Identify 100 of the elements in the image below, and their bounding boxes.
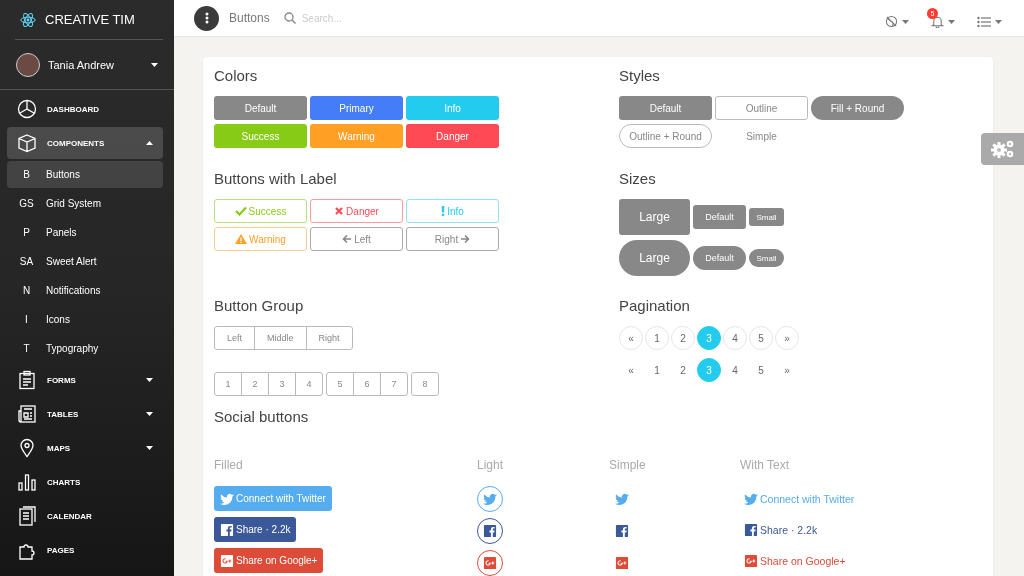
size-button[interactable]: Default <box>693 205 746 229</box>
brand-name[interactable]: CREATIVE TIM <box>45 12 135 27</box>
page-button[interactable]: » <box>775 326 799 350</box>
column-heading: Simple <box>609 458 646 472</box>
section-title: Buttons with Label <box>214 169 338 189</box>
style-button[interactable]: Default <box>619 96 712 120</box>
nav-subitem[interactable]: I Icons <box>7 306 163 333</box>
nav-subitem[interactable]: T Typography <box>7 335 163 362</box>
nav-label: CALENDAR <box>47 511 93 521</box>
social-button[interactable]: Share · 2.2k <box>214 517 297 542</box>
page-title: Buttons <box>229 11 270 25</box>
style-button[interactable]: Outline <box>715 96 808 120</box>
settings-button[interactable] <box>981 133 1024 165</box>
chart-pie-icon <box>17 99 37 119</box>
twitter-bird-icon <box>220 491 234 506</box>
menu-button[interactable] <box>194 5 219 31</box>
nav-abbr: GS <box>18 198 35 209</box>
number-button[interactable]: 5 <box>326 372 354 396</box>
social-button[interactable] <box>477 550 503 576</box>
social-button[interactable] <box>477 518 503 544</box>
settings-icon <box>990 139 1015 159</box>
section-title: Sizes <box>619 169 657 189</box>
social-button[interactable]: Share on Google+ <box>214 548 324 573</box>
number-button[interactable]: 4 <box>295 372 323 396</box>
size-button[interactable]: Small <box>749 208 784 226</box>
group-button[interactable]: Left <box>214 326 255 350</box>
section-title: Styles <box>619 66 661 86</box>
nav-subitem[interactable]: P Panels <box>7 219 163 246</box>
labeled-button[interactable]: Right <box>406 227 499 251</box>
nav-subitem[interactable]: SA Sweet Alert <box>7 248 163 275</box>
nav-item[interactable]: DASHBOARD <box>7 93 163 125</box>
color-button[interactable]: Success <box>214 124 307 148</box>
size-button[interactable]: Small <box>749 249 784 267</box>
nav-label: Sweet Alert <box>46 256 97 267</box>
page-button[interactable]: 2 <box>671 326 695 350</box>
number-button[interactable]: 6 <box>353 372 381 396</box>
style-button[interactable]: Fill + Round <box>811 96 904 120</box>
color-button[interactable]: Default <box>214 96 307 120</box>
nav-label: Notifications <box>46 285 101 296</box>
avatar-circle <box>16 52 40 77</box>
labeled-button[interactable]: Warning <box>214 227 307 251</box>
nav-label: COMPONENTS <box>47 138 106 148</box>
number-button[interactable]: 3 <box>268 372 296 396</box>
nav-subitem[interactable]: GS Grid System <box>7 190 163 217</box>
labeled-button[interactable]: Info <box>406 199 499 223</box>
atom-logo-icon <box>20 11 36 28</box>
nav-subitem[interactable]: N Notifications <box>7 277 163 304</box>
nav-label: Typography <box>46 343 99 354</box>
nav-label: FORMS <box>47 375 77 385</box>
social-button[interactable]: Connect with Twitter <box>214 486 332 511</box>
nav-subitem[interactable]: B Buttons <box>7 161 163 188</box>
style-button[interactable]: Simple <box>715 124 808 148</box>
nav-item[interactable]: COMPONENTS <box>7 127 163 159</box>
google-plus-icon <box>220 553 234 568</box>
column-heading: Filled <box>214 458 243 472</box>
twitter-bird-icon <box>615 492 629 506</box>
nav-abbr: T <box>22 343 31 354</box>
group-button[interactable]: Middle <box>254 326 307 350</box>
clipboard-icon <box>17 370 37 390</box>
page-button[interactable]: 4 <box>723 326 747 350</box>
nav-item[interactable]: TABLES <box>7 398 163 430</box>
arrow-left-icon <box>342 234 353 244</box>
nav-item[interactable]: CHARTS <box>7 466 163 498</box>
size-button[interactable]: Default <box>693 246 746 270</box>
group-button[interactable]: Right <box>305 326 353 350</box>
social-button[interactable]: Share on Google+ <box>740 548 850 573</box>
nav-item[interactable]: PAGES <box>7 534 163 566</box>
social-button[interactable]: Connect with Twitter <box>740 486 859 511</box>
bell-icon <box>931 15 944 28</box>
color-button[interactable]: Danger <box>406 124 499 148</box>
number-button[interactable]: 8 <box>411 372 439 396</box>
nav-label: Icons <box>46 314 70 325</box>
number-button[interactable]: 1 <box>214 372 242 396</box>
arrow-right-icon <box>460 234 471 244</box>
labeled-button[interactable]: Left <box>310 227 403 251</box>
nav-label: CHARTS <box>47 477 82 487</box>
user-name[interactable]: Tania Andrew <box>48 58 143 71</box>
google-plus-icon <box>483 556 497 570</box>
labeled-button[interactable]: Danger <box>310 199 403 223</box>
page-button[interactable]: « <box>619 326 643 350</box>
page-button[interactable]: 5 <box>749 326 773 350</box>
color-button[interactable]: Warning <box>310 124 403 148</box>
facebook-square-icon <box>744 522 758 537</box>
nav-label: MAPS <box>47 443 72 453</box>
section-title: Button Group <box>214 296 305 316</box>
nav-item[interactable]: FORMS <box>7 364 163 396</box>
nav-item[interactable]: MAPS <box>7 432 163 464</box>
social-button[interactable]: Share · 2.2k <box>740 517 822 542</box>
labeled-button[interactable]: Success <box>214 199 307 223</box>
facebook-square-icon <box>483 524 497 538</box>
nav-item[interactable]: CALENDAR <box>7 500 163 532</box>
nav-label: Grid System <box>46 198 101 209</box>
number-button[interactable]: 2 <box>241 372 269 396</box>
caret-icon <box>151 62 158 67</box>
size-button[interactable]: Large <box>619 199 690 235</box>
color-button[interactable]: Primary <box>310 96 403 120</box>
google-plus-icon <box>744 553 758 568</box>
size-button[interactable]: Large <box>619 240 690 276</box>
page-button[interactable]: 1 <box>645 326 669 350</box>
number-button[interactable]: 7 <box>380 372 408 396</box>
